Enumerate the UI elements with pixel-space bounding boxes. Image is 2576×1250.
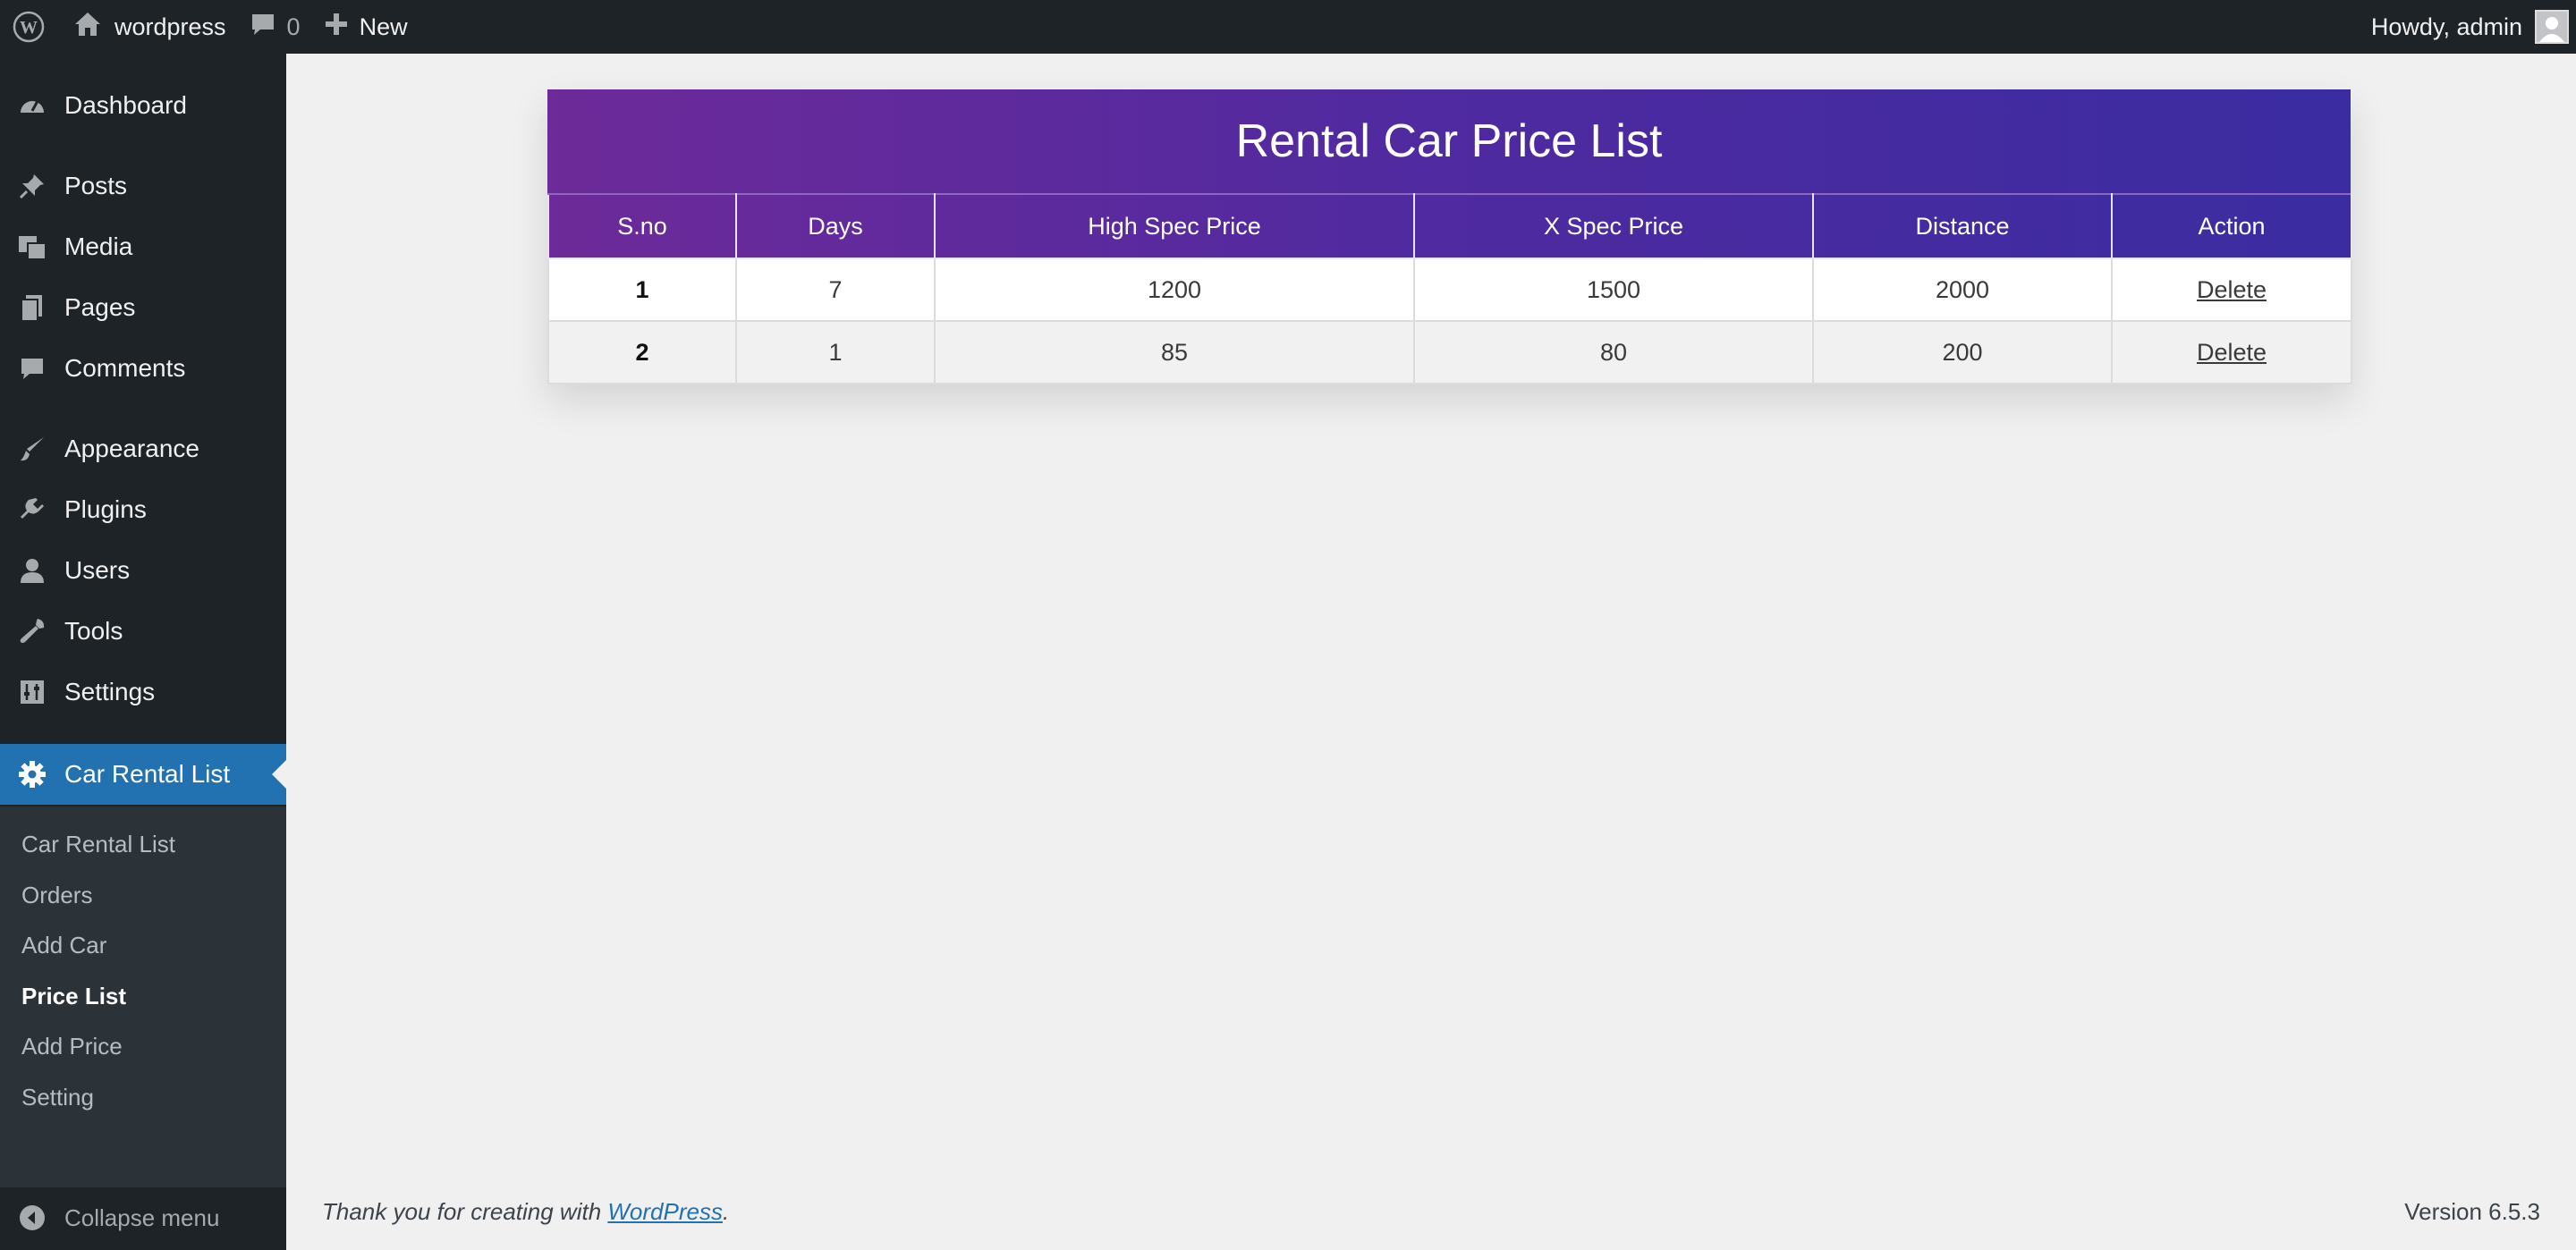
cell-action: Delete bbox=[2111, 258, 2352, 322]
column-header-x-spec-price: X Spec Price bbox=[1413, 193, 1814, 259]
column-header-high-spec-price: High Spec Price bbox=[934, 193, 1415, 259]
cell-high-spec-price: 1200 bbox=[934, 258, 1415, 322]
cell-sno: 1 bbox=[547, 258, 737, 322]
user-icon bbox=[0, 557, 64, 584]
table-row: 1 7 1200 1500 2000 Delete bbox=[547, 258, 2352, 322]
account-menu[interactable]: Howdy, admin bbox=[2371, 0, 2576, 54]
price-list-table: S.no Days High Spec Price X Spec Price D… bbox=[547, 193, 2352, 384]
delete-link[interactable]: Delete bbox=[2197, 276, 2267, 303]
column-header-action: Action bbox=[2111, 193, 2352, 259]
cell-action: Delete bbox=[2111, 320, 2352, 384]
new-label: New bbox=[359, 13, 408, 40]
media-icon bbox=[0, 232, 64, 261]
wrench-icon bbox=[0, 617, 64, 646]
plug-icon bbox=[0, 495, 64, 524]
pin-icon bbox=[0, 172, 64, 200]
sidebar-item-label: Media bbox=[64, 232, 133, 260]
cell-sno: 2 bbox=[547, 320, 737, 384]
greeting: Howdy, admin bbox=[2370, 13, 2522, 40]
footer-thanks-suffix: . bbox=[722, 1198, 730, 1225]
sidebar-item-label: Comments bbox=[64, 354, 186, 382]
table-header-row: S.no Days High Spec Price X Spec Price D… bbox=[547, 193, 2352, 259]
sidebar-item-dashboard[interactable]: Dashboard bbox=[0, 75, 286, 136]
sliders-icon bbox=[0, 679, 64, 705]
admin-bar: W wordpress 0 New Howdy, admin bbox=[0, 0, 2576, 54]
avatar bbox=[2535, 10, 2569, 44]
submenu-item-add-price[interactable]: Add Price bbox=[21, 1026, 123, 1066]
sidebar-item-label: Car Rental List bbox=[64, 760, 231, 788]
car-rental-submenu: Car Rental List Orders Add Car Price Lis… bbox=[0, 807, 286, 1187]
delete-link[interactable]: Delete bbox=[2197, 339, 2267, 366]
sidebar-item-settings[interactable]: Settings bbox=[0, 662, 286, 722]
cell-distance: 200 bbox=[1812, 320, 2113, 384]
sidebar-item-tools[interactable]: Tools bbox=[0, 601, 286, 662]
cell-x-spec-price: 80 bbox=[1413, 320, 1814, 384]
submenu-item-orders[interactable]: Orders bbox=[21, 875, 92, 915]
cell-x-spec-price: 1500 bbox=[1413, 258, 1814, 322]
cell-days: 1 bbox=[735, 320, 936, 384]
collapse-menu-button[interactable]: Collapse menu bbox=[0, 1191, 286, 1245]
comment-icon bbox=[0, 355, 64, 382]
table-row: 2 1 85 80 200 Delete bbox=[547, 320, 2352, 384]
column-header-days: Days bbox=[735, 193, 936, 259]
sidebar-item-label: Posts bbox=[64, 172, 128, 199]
sidebar-item-posts[interactable]: Posts bbox=[0, 156, 286, 216]
price-list-card: Rental Car Price List S.no Days High Spe… bbox=[547, 89, 2352, 384]
sidebar-item-car-rental-list[interactable]: Car Rental List bbox=[0, 744, 286, 805]
sidebar-item-label: Tools bbox=[64, 617, 123, 645]
submenu-item-car-rental-list[interactable]: Car Rental List bbox=[21, 824, 175, 864]
gear-icon bbox=[0, 759, 64, 790]
plus-icon bbox=[324, 12, 349, 43]
sidebar-item-label: Pages bbox=[64, 293, 136, 321]
column-header-sno: S.no bbox=[547, 193, 737, 259]
footer-thanks: Thank you for creating with WordPress. bbox=[322, 1198, 729, 1226]
sidebar-item-media[interactable]: Media bbox=[0, 216, 286, 277]
collapse-arrow-icon bbox=[0, 1204, 64, 1232]
dashboard-icon bbox=[0, 91, 64, 120]
comments-count: 0 bbox=[286, 13, 301, 40]
sidebar-item-comments[interactable]: Comments bbox=[0, 338, 286, 399]
new-content-button[interactable]: New bbox=[315, 0, 417, 54]
submenu-item-add-car[interactable]: Add Car bbox=[21, 925, 106, 965]
cell-distance: 2000 bbox=[1812, 258, 2113, 322]
site-name-link[interactable]: wordpress bbox=[57, 0, 235, 54]
sidebar-item-label: Dashboard bbox=[64, 91, 187, 119]
sidebar-item-users[interactable]: Users bbox=[0, 540, 286, 601]
comment-bubble-icon bbox=[250, 11, 276, 44]
footer-thanks-prefix: Thank you for creating with bbox=[322, 1198, 608, 1225]
svg-text:W: W bbox=[20, 18, 38, 38]
page-title: Rental Car Price List bbox=[547, 89, 2351, 193]
brush-icon bbox=[0, 435, 64, 463]
cell-high-spec-price: 85 bbox=[934, 320, 1415, 384]
admin-sidebar: Dashboard Posts Media Pages Comments App… bbox=[0, 54, 286, 1250]
sidebar-item-plugins[interactable]: Plugins bbox=[0, 479, 286, 540]
sidebar-item-label: Users bbox=[64, 556, 131, 584]
sidebar-item-appearance[interactable]: Appearance bbox=[0, 418, 286, 479]
home-icon bbox=[73, 11, 102, 44]
comments-link[interactable]: 0 bbox=[235, 0, 315, 54]
cell-days: 7 bbox=[735, 258, 936, 322]
sidebar-item-pages[interactable]: Pages bbox=[0, 277, 286, 338]
sidebar-item-label: Appearance bbox=[64, 435, 200, 462]
sidebar-item-label: Settings bbox=[64, 678, 156, 705]
wordpress-logo-icon[interactable]: W bbox=[0, 0, 57, 54]
wordpress-link[interactable]: WordPress bbox=[607, 1198, 723, 1225]
site-name: wordpress bbox=[114, 13, 226, 40]
submenu-item-setting[interactable]: Setting bbox=[21, 1077, 94, 1117]
submenu-item-price-list[interactable]: Price List bbox=[21, 976, 126, 1016]
pages-icon bbox=[0, 293, 64, 322]
column-header-distance: Distance bbox=[1812, 193, 2113, 259]
sidebar-item-label: Plugins bbox=[64, 495, 147, 523]
footer-version: Version 6.5.3 bbox=[2404, 1198, 2540, 1225]
collapse-label: Collapse menu bbox=[64, 1204, 220, 1231]
